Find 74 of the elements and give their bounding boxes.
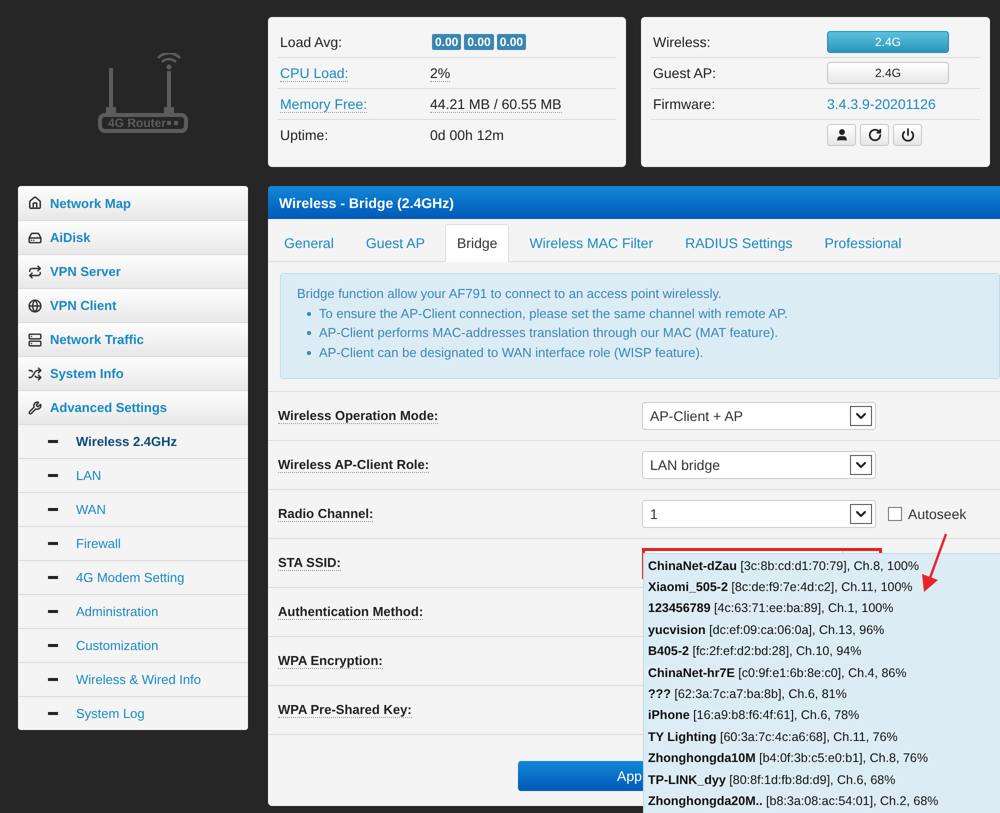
status-link[interactable]: CPU Load: — [280, 65, 348, 82]
tab[interactable]: RADIUS Settings — [673, 224, 804, 262]
menu-icon — [28, 400, 42, 414]
annotation-arrow — [920, 532, 950, 594]
sidebar-item[interactable]: System Log — [18, 696, 248, 730]
menu-icon — [28, 332, 42, 346]
status-link[interactable]: Memory Free: — [280, 96, 368, 113]
status-value: 2% — [430, 64, 450, 82]
status-label: Load Avg: — [280, 34, 344, 50]
status-value: 44.21 MB / 60.55 MB — [430, 96, 562, 112]
ssid-option[interactable]: iPhone [16:a9:b8:f6:4f:61], Ch.6, 78% — [648, 704, 1000, 726]
sidebar-item[interactable]: AiDisk — [18, 220, 248, 254]
firmware-link[interactable]: 3.4.3.9-20201126 — [827, 96, 936, 112]
ssid-option[interactable]: yucvision [dc:ef:09:ca:06:0a], Ch.13, 96% — [648, 619, 1000, 641]
menu-icon — [28, 196, 42, 210]
tab[interactable]: Professional — [812, 224, 914, 262]
load-badge: 0.00 — [432, 34, 462, 50]
select-field[interactable]: LAN bridge — [642, 451, 876, 479]
info-text: Bridge function allow your AF791 to connect to an access point wirelessly. — [297, 285, 723, 303]
field-label: STA SSID: — [278, 555, 341, 571]
bullet-icon — [307, 312, 311, 316]
dropdown-icon[interactable] — [850, 504, 872, 524]
checkbox[interactable] — [888, 507, 902, 521]
ssid-option[interactable]: ??? [62:3a:7c:a7:ba:8b], Ch.6, 81% — [648, 683, 1000, 705]
checkbox-label: Autoseek — [908, 506, 966, 522]
sidebar-item[interactable]: Advanced Settings — [18, 390, 248, 424]
ssid-option[interactable]: TY Lighting [60:3a:7c:4c:a6:68], Ch.11, 76% — [648, 726, 1000, 748]
user-icon[interactable] — [827, 124, 856, 146]
tab[interactable]: Wireless MAC Filter — [517, 224, 666, 262]
panel-title: Wireless - Bridge (2.4GHz) — [268, 186, 1000, 219]
sidebar-item[interactable]: VPN Server — [18, 254, 248, 288]
ssid-option[interactable]: B405-2 [fc:2f:ef:d2:bd:28], Ch.10, 94% — [648, 640, 1000, 662]
tab[interactable]: Guest AP — [354, 224, 437, 262]
ssid-option[interactable]: Xiaomi_505-2 [8c:de:f9:7e:4d:c2], Ch.11, 100% — [648, 576, 1000, 598]
sidebar-item[interactable]: VPN Client — [18, 288, 248, 322]
ssid-option[interactable]: Zhonghongda20M.. [b8:3a:08:ac:54:01], Ch.2, 68% — [648, 790, 1000, 812]
bullet-icon — [307, 331, 311, 335]
field-label: WPA Pre-Shared Key: — [278, 702, 412, 718]
field-label: Radio Channel: — [278, 506, 374, 522]
info-text: AP-Client performs MAC-addresses translation through our MAC (MAT feature). — [319, 324, 778, 342]
ssid-option[interactable]: 123456789 [4c:63:71:ee:ba:89], Ch.1, 100% — [648, 598, 1000, 620]
field-label: Wireless Operation Mode: — [278, 408, 438, 424]
sidebar-item[interactable]: Network Map — [18, 186, 248, 220]
select-field[interactable]: 1 — [642, 500, 876, 528]
field-label: Wireless AP-Client Role: — [278, 457, 430, 473]
load-badge: 0.00 — [464, 34, 494, 50]
menu-icon — [28, 366, 42, 380]
load-badge: 0.00 — [496, 34, 526, 50]
menu-icon — [28, 230, 42, 244]
dropdown-icon[interactable] — [850, 455, 872, 475]
ssid-option[interactable]: ChinaNet-dZau [3c:8b:cd:d1:70:79], Ch.8, 100% — [648, 555, 1000, 576]
band-toggle[interactable]: 2.4G — [827, 31, 949, 53]
ssid-option[interactable]: ChinaNet-hr7E [c0:9f:e1:6b:8e:c0], Ch.4, 86% — [648, 662, 1000, 684]
status-value: 0d 00h 12m — [430, 127, 504, 143]
menu-icon — [28, 298, 42, 312]
field-label: Authentication Method: — [278, 604, 424, 620]
power-icon[interactable] — [893, 124, 922, 146]
radio-label: Firmware: — [653, 96, 716, 112]
field-label: WPA Encryption: — [278, 653, 383, 669]
refresh-icon[interactable] — [860, 124, 889, 146]
tab[interactable]: General — [272, 224, 346, 262]
select-field[interactable]: AP-Client + AP — [642, 402, 876, 430]
bullet-icon — [307, 350, 311, 354]
sidebar-item[interactable]: Network Traffic — [18, 322, 248, 356]
info-text: AP-Client can be designated to WAN interface role (WISP feature). — [319, 344, 704, 362]
info-text: To ensure the AP-Client connection, please set the same channel with remote AP. — [319, 304, 788, 323]
tab[interactable]: Bridge — [444, 224, 510, 262]
band-toggle[interactable]: 2.4G — [827, 62, 949, 84]
radio-label: Wireless: — [653, 34, 712, 50]
sidebar-item[interactable]: System Info — [18, 356, 248, 390]
dropdown-icon[interactable] — [850, 406, 872, 426]
menu-icon — [28, 264, 42, 278]
status-label: Uptime: — [280, 127, 328, 143]
radio-label: Guest AP: — [653, 65, 718, 81]
